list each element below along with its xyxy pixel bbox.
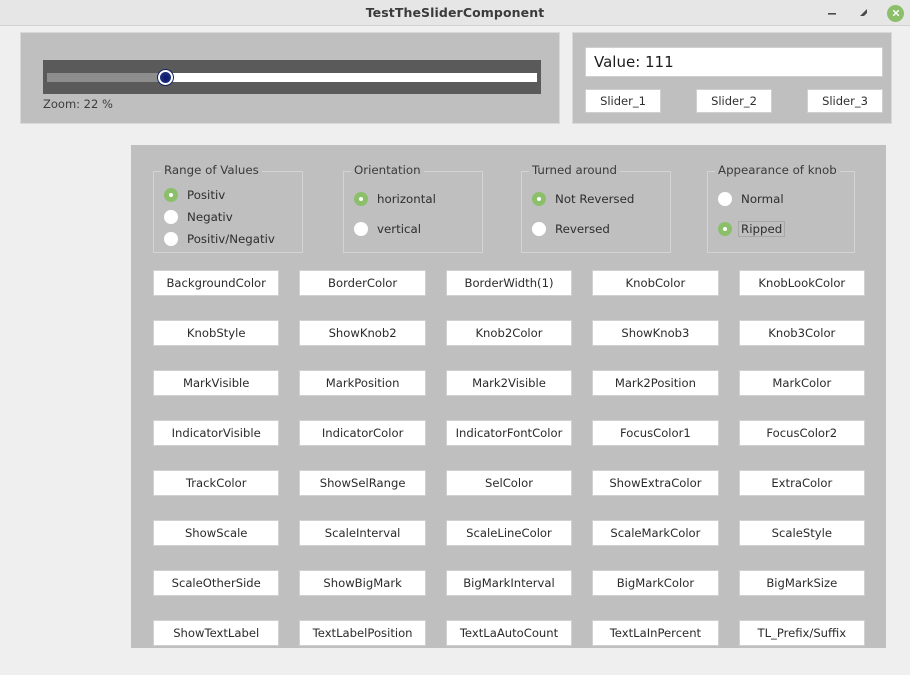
property-button-indicatorfontcolor[interactable]: IndicatorFontColor [445, 420, 573, 446]
property-button-bordercolor[interactable]: BorderColor [299, 270, 426, 296]
property-button-bigmarksize[interactable]: BigMarkSize [738, 570, 865, 596]
property-button-textlaautocount[interactable]: TextLaAutoCount [445, 620, 573, 646]
radio-icon [164, 210, 178, 224]
application-window: TestTheSliderComponent Zoom: 22 % Value:… [0, 0, 910, 675]
slider-knob[interactable] [158, 70, 173, 85]
property-button-showselrange[interactable]: ShowSelRange [299, 470, 426, 496]
radio-label: vertical [377, 222, 421, 236]
radio-label: Not Reversed [555, 192, 635, 206]
property-button-markcolor[interactable]: MarkColor [738, 370, 865, 396]
zoom-label: Zoom: 22 % [43, 97, 113, 111]
property-button-bigmarkinterval[interactable]: BigMarkInterval [445, 570, 573, 596]
window-title: TestTheSliderComponent [365, 5, 545, 20]
radio-label: Normal [741, 192, 784, 206]
option-group-turned-around: Turned around Not Reversed Reversed [521, 163, 671, 253]
property-button-textlabelposition[interactable]: TextLabelPosition [299, 620, 426, 646]
property-button-showextracolor[interactable]: ShowExtraColor [592, 470, 719, 496]
radio-option-negativ[interactable]: Negativ [154, 206, 302, 228]
property-button-showknob2[interactable]: ShowKnob2 [299, 320, 426, 346]
slider-2-button[interactable]: Slider_2 [696, 89, 772, 113]
slider-3-button[interactable]: Slider_3 [807, 89, 883, 113]
slider-preview-panel: Zoom: 22 % [20, 32, 560, 124]
radio-option-ripped[interactable]: Ripped [708, 214, 854, 244]
group-legend: Turned around [529, 163, 620, 177]
property-button-scaleotherside[interactable]: ScaleOtherSide [153, 570, 280, 596]
radio-label: Positiv [187, 188, 226, 202]
radio-icon [164, 232, 178, 246]
property-button-textlainpercent[interactable]: TextLaInPercent [592, 620, 719, 646]
radio-icon [532, 222, 546, 236]
minimize-icon[interactable] [823, 4, 841, 22]
radio-label: Ripped [738, 221, 786, 237]
property-button-selcolor[interactable]: SelColor [445, 470, 573, 496]
slider-track[interactable] [47, 70, 537, 85]
radio-icon [354, 192, 368, 206]
group-legend: Appearance of knob [715, 163, 840, 177]
radio-option-reversed[interactable]: Reversed [522, 214, 670, 244]
slider-filled-range [47, 73, 165, 82]
option-group-range-of-values: Range of Values Positiv Negativ Positiv/… [153, 163, 303, 253]
property-button-focuscolor1[interactable]: FocusColor1 [592, 420, 719, 446]
radio-option-positiv-negativ[interactable]: Positiv/Negativ [154, 228, 302, 250]
radio-label: Positiv/Negativ [187, 232, 275, 246]
radio-icon [718, 222, 732, 236]
radio-label: Negativ [187, 210, 233, 224]
property-button-showscale[interactable]: ShowScale [153, 520, 280, 546]
window-controls [823, 0, 904, 26]
radio-option-normal[interactable]: Normal [708, 184, 854, 214]
slider-select-buttons: Slider_1 Slider_2 Slider_3 [585, 89, 883, 113]
value-display: Value: 111 [585, 47, 883, 77]
radio-label: horizontal [377, 192, 436, 206]
property-button-scaleinterval[interactable]: ScaleInterval [299, 520, 426, 546]
property-button-borderwidth[interactable]: BorderWidth(1) [445, 270, 573, 296]
radio-label: Reversed [555, 222, 610, 236]
property-button-scalemarkcolor[interactable]: ScaleMarkColor [592, 520, 719, 546]
property-button-mark2visible[interactable]: Mark2Visible [445, 370, 573, 396]
properties-panel: Range of Values Positiv Negativ Positiv/… [131, 145, 886, 648]
property-button-knoblookcolor[interactable]: KnobLookColor [738, 270, 865, 296]
property-button-knobstyle[interactable]: KnobStyle [153, 320, 280, 346]
property-button-showtextlabel[interactable]: ShowTextLabel [153, 620, 280, 646]
radio-icon [354, 222, 368, 236]
property-button-knob3color[interactable]: Knob3Color [738, 320, 865, 346]
property-button-tl-prefix-suffix[interactable]: TL_Prefix/Suffix [738, 620, 865, 646]
property-button-scalelinecolor[interactable]: ScaleLineColor [445, 520, 573, 546]
property-button-backgroundcolor[interactable]: BackgroundColor [153, 270, 280, 296]
property-button-indicatorvisible[interactable]: IndicatorVisible [153, 420, 280, 446]
property-button-indicatorcolor[interactable]: IndicatorColor [299, 420, 426, 446]
radio-option-horizontal[interactable]: horizontal [344, 184, 482, 214]
property-button-grid: BackgroundColor BorderColor BorderWidth(… [153, 270, 865, 646]
slider-widget[interactable] [43, 60, 541, 94]
property-button-knob2color[interactable]: Knob2Color [445, 320, 573, 346]
radio-icon [164, 188, 178, 202]
property-button-extracolor[interactable]: ExtraColor [738, 470, 865, 496]
title-bar: TestTheSliderComponent [0, 0, 910, 26]
radio-icon [532, 192, 546, 206]
property-button-showbigmark[interactable]: ShowBigMark [299, 570, 426, 596]
slider-1-button[interactable]: Slider_1 [585, 89, 661, 113]
option-group-orientation: Orientation horizontal vertical [343, 163, 483, 253]
property-button-focuscolor2[interactable]: FocusColor2 [738, 420, 865, 446]
option-groups: Range of Values Positiv Negativ Positiv/… [153, 163, 865, 253]
radio-icon [718, 192, 732, 206]
property-button-markvisible[interactable]: MarkVisible [153, 370, 280, 396]
option-group-appearance-of-knob: Appearance of knob Normal Ripped [707, 163, 855, 253]
value-panel: Value: 111 Slider_1 Slider_2 Slider_3 [572, 32, 892, 124]
radio-option-not-reversed[interactable]: Not Reversed [522, 184, 670, 214]
property-button-showknob3[interactable]: ShowKnob3 [592, 320, 719, 346]
property-button-knobcolor[interactable]: KnobColor [592, 270, 719, 296]
property-button-bigmarkcolor[interactable]: BigMarkColor [592, 570, 719, 596]
radio-option-vertical[interactable]: vertical [344, 214, 482, 244]
property-button-markposition[interactable]: MarkPosition [299, 370, 426, 396]
property-button-mark2position[interactable]: Mark2Position [592, 370, 719, 396]
close-icon[interactable] [887, 4, 904, 22]
slider-remaining-range [165, 73, 537, 82]
group-legend: Range of Values [161, 163, 262, 177]
property-button-scalestyle[interactable]: ScaleStyle [738, 520, 865, 546]
radio-option-positiv[interactable]: Positiv [154, 184, 302, 206]
property-button-trackcolor[interactable]: TrackColor [153, 470, 280, 496]
group-legend: Orientation [351, 163, 424, 177]
maximize-icon[interactable] [855, 4, 873, 22]
